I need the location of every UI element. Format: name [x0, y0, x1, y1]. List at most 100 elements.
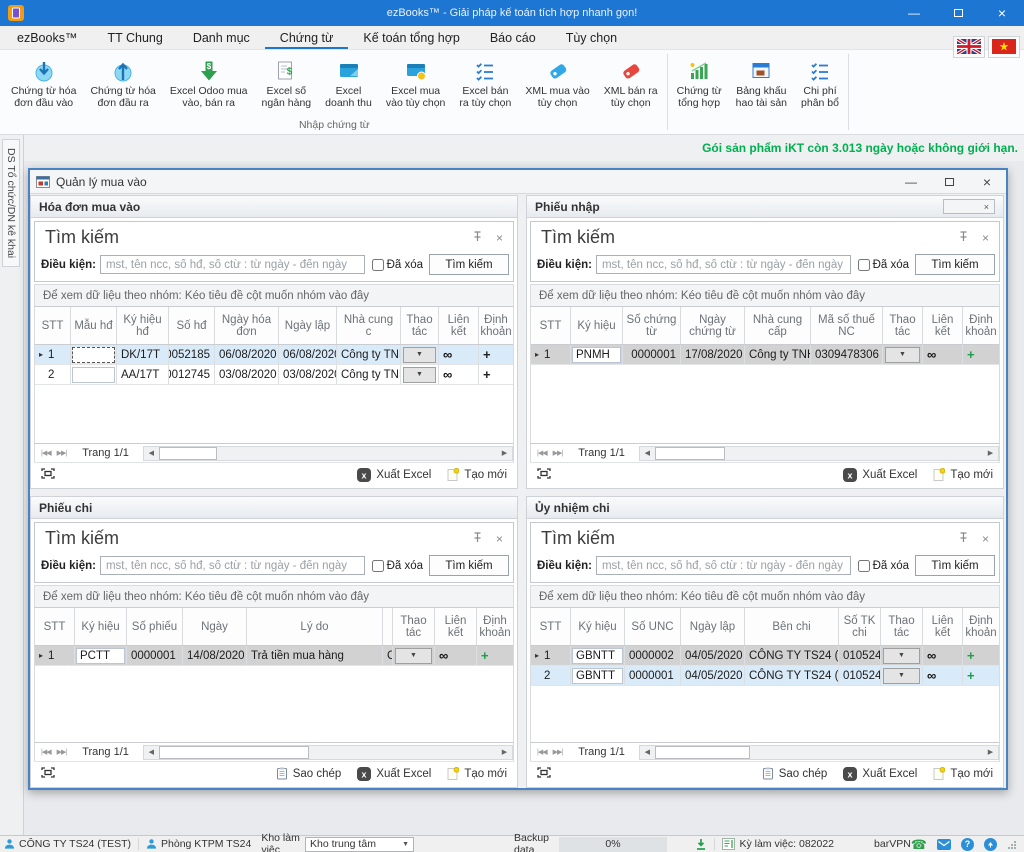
language-button-flag-vn[interactable]: [988, 36, 1020, 58]
inline-editor[interactable]: [72, 347, 115, 363]
table-row[interactable]: ▸1DK/17T005218506/08/202006/08/2020Công …: [35, 345, 513, 365]
add-entry-button[interactable]: +: [967, 669, 995, 683]
column-header[interactable]: Ký hiệu: [75, 608, 127, 645]
sidebar-tab-ds-to-chuc[interactable]: DS Tổ chức/DN kê khai: [2, 139, 20, 267]
last-page-icon[interactable]: ▶▶|: [57, 748, 67, 756]
row-action-dropdown-button[interactable]: ▼: [395, 648, 432, 664]
column-header[interactable]: Liên kết: [923, 307, 963, 344]
scroll-left-icon[interactable]: ◀: [144, 746, 159, 759]
deleted-checkbox[interactable]: [372, 560, 384, 572]
column-header[interactable]: Số hđ: [169, 307, 215, 344]
download-icon[interactable]: [695, 838, 707, 851]
pin-icon[interactable]: [473, 229, 482, 247]
menu-item-b-o-c-o[interactable]: Báo cáo: [475, 26, 551, 49]
close-search-icon[interactable]: ×: [982, 229, 989, 247]
search-button[interactable]: Tìm kiếm: [915, 555, 995, 576]
column-header[interactable]: Thao tác: [881, 608, 923, 645]
column-header[interactable]: Nhà cung c: [337, 307, 401, 344]
horizontal-scrollbar[interactable]: ◀▶: [143, 745, 513, 760]
table-row[interactable]: ▸1PCTT000000114/08/2020Trả tiền mua hàng…: [35, 646, 513, 666]
scroll-right-icon[interactable]: ▶: [983, 447, 998, 460]
column-header[interactable]: Ký hiệu hđ: [117, 307, 169, 344]
action-t-o-m-i[interactable]: Tạo mới: [447, 767, 507, 780]
toolbar-button-excel-bank[interactable]: $Excel sốngân hàng: [255, 57, 319, 109]
column-header[interactable]: STT: [35, 608, 75, 645]
row-action-dropdown-button[interactable]: ▼: [883, 648, 920, 664]
table-row[interactable]: 2AA/17T001274503/08/202003/08/2020Công t…: [35, 365, 513, 385]
toolbar-button-depreciation[interactable]: Bảng khấuhao tài sản: [729, 57, 794, 109]
action-sao-ch-p[interactable]: Sao chép: [276, 767, 342, 780]
search-condition-input[interactable]: [596, 556, 851, 575]
column-header[interactable]: Số UNC: [625, 608, 681, 645]
column-header[interactable]: STT: [35, 307, 71, 344]
row-action-dropdown-button[interactable]: ▼: [403, 347, 436, 363]
scroll-right-icon[interactable]: ▶: [983, 746, 998, 759]
menu-item-k-to-n-t-ng-h-p[interactable]: Kế toán tổng hợp: [348, 26, 474, 49]
row-action-dropdown-button[interactable]: ▼: [883, 668, 920, 684]
scroll-left-icon[interactable]: ◀: [640, 746, 655, 759]
column-header[interactable]: Định khoản: [963, 608, 999, 645]
add-entry-button[interactable]: +: [967, 649, 995, 663]
action-t-o-m-i[interactable]: Tạo mới: [933, 767, 993, 780]
close-search-icon[interactable]: ×: [982, 530, 989, 548]
action-sao-ch-p[interactable]: Sao chép: [762, 767, 828, 780]
first-page-icon[interactable]: |◀◀: [537, 449, 547, 457]
column-header[interactable]: Ngày hóa đơn: [215, 307, 279, 344]
pin-icon[interactable]: [959, 229, 968, 247]
window-minimize-button[interactable]: —: [892, 0, 936, 26]
pin-icon[interactable]: [473, 530, 482, 548]
toolbar-button-invoice-in[interactable]: Chứng từ hóađơn đầu vào: [4, 57, 83, 109]
column-header[interactable]: Thao tác: [883, 307, 923, 344]
scroll-left-icon[interactable]: ◀: [640, 447, 655, 460]
table-row[interactable]: 2GBNTT000000104/05/2020CÔNG TY TS24 (T..…: [531, 666, 999, 686]
row-action-dropdown-button[interactable]: ▼: [885, 347, 920, 363]
search-button[interactable]: Tìm kiếm: [429, 254, 509, 275]
inline-editor[interactable]: PNMH: [572, 347, 621, 363]
row-action-dropdown-button[interactable]: ▼: [403, 367, 436, 383]
help-icon[interactable]: ?: [961, 838, 974, 851]
first-page-icon[interactable]: |◀◀: [537, 748, 547, 756]
column-header[interactable]: Bên chi: [745, 608, 839, 645]
link-button[interactable]: ∞: [439, 649, 472, 663]
column-header[interactable]: Mẫu hđ: [71, 307, 117, 344]
menu-item-ezbooks-[interactable]: ezBooks™: [2, 26, 92, 49]
table-row[interactable]: ▸1PNMH000000117/08/2020Công ty TNHH Hồng…: [531, 345, 999, 365]
column-header[interactable]: Định khoản: [479, 307, 513, 344]
panel-close-button[interactable]: ×: [943, 199, 995, 214]
search-condition-input[interactable]: [100, 556, 365, 575]
action-xu-t-excel[interactable]: xXuất Excel: [843, 767, 917, 781]
first-page-icon[interactable]: |◀◀: [41, 449, 51, 457]
column-header[interactable]: Liên kết: [435, 608, 477, 645]
warehouse-dropdown[interactable]: Kho trung tâm▼: [305, 837, 414, 852]
column-header[interactable]: Định khoản: [963, 307, 999, 344]
scroll-right-icon[interactable]: ▶: [497, 746, 512, 759]
expand-icon[interactable]: [537, 468, 551, 482]
column-header[interactable]: Liên kết: [923, 608, 963, 645]
column-header[interactable]: Lý do: [247, 608, 383, 645]
add-entry-button[interactable]: +: [481, 649, 509, 663]
mdi-maximize-button[interactable]: [930, 170, 968, 193]
action-xu-t-excel[interactable]: xXuất Excel: [843, 468, 917, 482]
column-header[interactable]: Số phiếu: [127, 608, 183, 645]
toolbar-button-invoice-out[interactable]: Chứng từ hóađơn đầu ra: [83, 57, 162, 109]
mdi-minimize-button[interactable]: —: [892, 170, 930, 193]
expand-icon[interactable]: [537, 767, 551, 781]
scrollbar-thumb[interactable]: [655, 746, 750, 759]
column-header[interactable]: Ký hiệu: [571, 307, 623, 344]
horizontal-scrollbar[interactable]: ◀▶: [639, 446, 999, 461]
add-entry-button[interactable]: +: [483, 368, 509, 382]
window-maximize-button[interactable]: [936, 0, 980, 26]
column-header[interactable]: Ngày: [183, 608, 247, 645]
column-header[interactable]: STT: [531, 608, 571, 645]
column-header[interactable]: Ngày lập: [279, 307, 337, 344]
deleted-checkbox[interactable]: [858, 259, 870, 271]
column-header[interactable]: [383, 608, 393, 645]
column-header[interactable]: Số TK chi: [839, 608, 881, 645]
menu-item-danh-m-c[interactable]: Danh mục: [178, 26, 265, 49]
column-header[interactable]: Số chứng từ: [623, 307, 681, 344]
expand-icon[interactable]: [41, 767, 55, 781]
search-button[interactable]: Tìm kiếm: [915, 254, 995, 275]
horizontal-scrollbar[interactable]: ◀▶: [143, 446, 513, 461]
link-button[interactable]: ∞: [927, 669, 958, 683]
toolbar-button-excel-odoo[interactable]: $Excel Odoo muavào, bán ra: [163, 57, 255, 109]
